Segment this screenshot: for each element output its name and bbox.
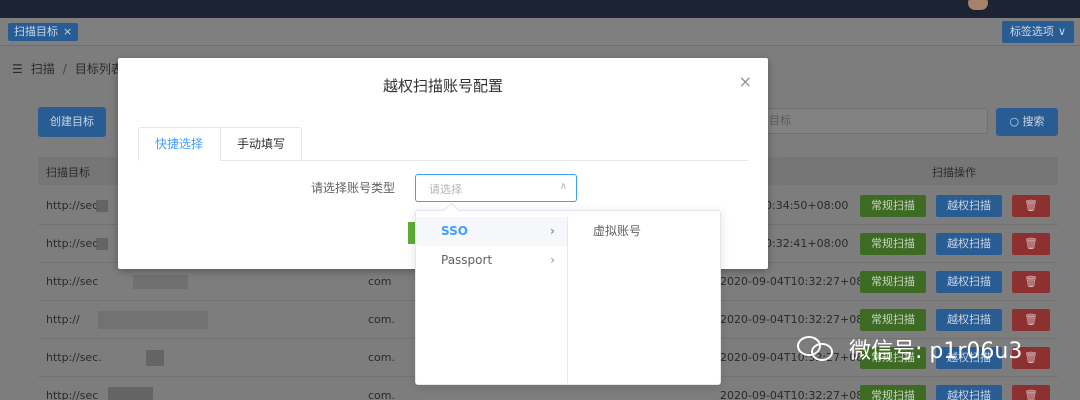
priv-scan-button[interactable]: 越权扫描 bbox=[936, 309, 1002, 331]
tab-manual-input[interactable]: 手动填写 bbox=[220, 127, 302, 161]
normal-scan-button[interactable]: 常规扫描 bbox=[860, 271, 926, 293]
redaction bbox=[98, 311, 208, 329]
dialog-title: 越权扫描账号配置 bbox=[382, 77, 503, 95]
redaction bbox=[146, 350, 164, 366]
priv-scan-button[interactable]: 越权扫描 bbox=[936, 385, 1002, 400]
search-button[interactable]: ○ 搜索 bbox=[996, 108, 1058, 136]
tags-bar: 扫描目标 × 标签选项 ∨ bbox=[0, 18, 1080, 46]
row-domain: com. bbox=[368, 351, 395, 364]
trash-icon[interactable]: 🗑 bbox=[1012, 309, 1050, 331]
row-time: 2020-09-04T10:32:27+08:00 bbox=[720, 275, 881, 288]
normal-scan-button[interactable]: 常规扫描 bbox=[860, 309, 926, 331]
cascader-option-sso[interactable]: SSO › bbox=[416, 217, 567, 246]
watermark-text: 微信号: p1r06u3 bbox=[849, 339, 1023, 364]
row-url: http://sec bbox=[46, 389, 99, 400]
breadcrumb-item-scan[interactable]: 扫描 bbox=[31, 60, 55, 77]
cascader-menu-level2: 虚拟账号 bbox=[568, 217, 720, 383]
avatar[interactable] bbox=[968, 0, 988, 10]
priv-scan-button[interactable]: 越权扫描 bbox=[936, 195, 1002, 217]
wechat-logo-icon bbox=[795, 334, 841, 364]
normal-scan-button[interactable]: 常规扫描 bbox=[860, 385, 926, 400]
cascader-dropdown: SSO › Passport › 虚拟账号 bbox=[415, 210, 721, 385]
row-time: 10:34:50+08:00 bbox=[758, 199, 849, 212]
wechat-watermark: 微信号: p1r06u3 bbox=[795, 333, 1022, 365]
top-navbar bbox=[0, 0, 1080, 18]
row-time: 2020-09-04T10:32:27+08:00 bbox=[720, 313, 881, 326]
column-header-ops: 扫描操作 bbox=[932, 166, 976, 179]
row-domain: com. bbox=[368, 389, 395, 400]
row-time: 2020-09-04T10:32:27+08:00 bbox=[720, 389, 881, 400]
cascader-option-virtual-account[interactable]: 虚拟账号 bbox=[568, 217, 720, 246]
cascader-menu-level1: SSO › Passport › bbox=[416, 217, 568, 383]
row-domain: com. bbox=[368, 313, 395, 326]
row-url: http://sec. bbox=[46, 351, 102, 364]
tag-options-button[interactable]: 标签选项 ∨ bbox=[1001, 21, 1074, 43]
row-url: http:// bbox=[46, 313, 80, 326]
trash-icon[interactable]: 🗑 bbox=[1012, 233, 1050, 255]
cascader-option-passport[interactable]: Passport › bbox=[416, 246, 567, 275]
redaction bbox=[108, 387, 153, 400]
chevron-down-icon: ∨ bbox=[1057, 25, 1066, 38]
option-label: Passport bbox=[441, 253, 493, 267]
create-target-button[interactable]: 创建目标 bbox=[38, 107, 106, 137]
tab-quick-select[interactable]: 快捷选择 bbox=[138, 127, 221, 161]
dialog-tabs: 快捷选择 手动填写 bbox=[138, 127, 748, 161]
priv-scan-button[interactable]: 越权扫描 bbox=[936, 233, 1002, 255]
account-type-select[interactable]: 请选择 ∧ bbox=[415, 174, 577, 202]
row-time: 10:32:41+08:00 bbox=[758, 237, 849, 250]
normal-scan-button[interactable]: 常规扫描 bbox=[860, 233, 926, 255]
trash-icon[interactable]: 🗑 bbox=[1012, 385, 1050, 400]
tag-options-label: 标签选项 bbox=[1009, 25, 1054, 38]
normal-scan-button[interactable]: 常规扫描 bbox=[860, 195, 926, 217]
row-domain: com bbox=[368, 275, 392, 288]
priv-scan-button[interactable]: 越权扫描 bbox=[936, 271, 1002, 293]
redaction bbox=[133, 275, 188, 289]
chevron-right-icon: › bbox=[550, 224, 555, 238]
trash-icon[interactable]: 🗑 bbox=[1012, 271, 1050, 293]
account-type-label: 请选择账号类型 bbox=[311, 181, 396, 195]
breadcrumb-item-target-list: 目标列表 bbox=[74, 62, 123, 76]
row-url: http://sec bbox=[46, 199, 99, 212]
chevron-up-icon: ∧ bbox=[559, 181, 567, 192]
row-url: http://sec bbox=[46, 275, 99, 288]
tag-close-icon[interactable]: × bbox=[63, 23, 72, 41]
column-header-target: 扫描目标 bbox=[46, 166, 90, 179]
row-url: http://sec bbox=[46, 237, 99, 250]
redaction bbox=[96, 200, 108, 212]
redaction bbox=[96, 238, 108, 250]
breadcrumb: ☰ 扫描 / 目标列表 bbox=[12, 60, 123, 77]
search-input[interactable]: 目标 bbox=[760, 108, 988, 134]
option-label: 虚拟账号 bbox=[593, 224, 642, 238]
list-icon: ☰ bbox=[12, 61, 23, 76]
close-icon[interactable]: × bbox=[739, 72, 752, 91]
select-placeholder: 请选择 bbox=[429, 183, 462, 196]
chevron-right-icon: › bbox=[550, 253, 555, 267]
tag-label: 扫描目标 bbox=[14, 25, 58, 38]
option-label: SSO bbox=[441, 224, 468, 238]
breadcrumb-separator: / bbox=[62, 61, 67, 76]
tag-scan-target[interactable]: 扫描目标 × bbox=[8, 23, 79, 41]
trash-icon[interactable]: 🗑 bbox=[1012, 195, 1050, 217]
